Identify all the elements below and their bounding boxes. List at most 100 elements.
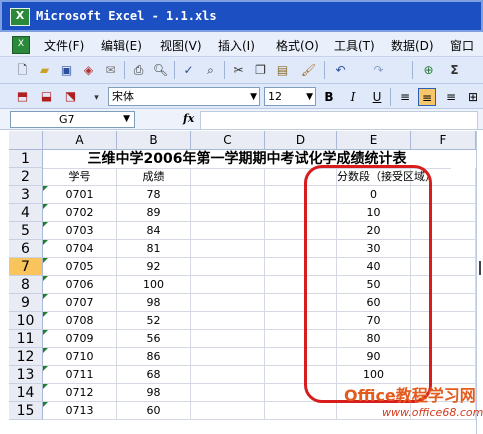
cell-c7[interactable] [191,258,265,276]
column-header-a[interactable]: A [43,131,117,150]
cell-a8[interactable]: 0706 [43,276,117,294]
row-header[interactable]: 7 [9,258,43,276]
merge-center-icon[interactable]: ⊞ [464,88,482,106]
underline-button[interactable]: U [368,88,386,106]
pdf-review-icon[interactable]: ⬔ [62,88,79,104]
cell-a4[interactable]: 0702 [43,204,117,222]
cell-b6[interactable]: 81 [117,240,191,258]
cell-a11[interactable]: 0709 [43,330,117,348]
select-all-corner[interactable] [9,131,43,150]
cell-c10[interactable] [191,312,265,330]
open-icon[interactable]: ▰ [36,62,53,78]
menu-view[interactable]: 视图(V) [160,37,202,54]
cell-b14[interactable]: 98 [117,384,191,402]
row-header[interactable]: 6 [9,240,43,258]
column-header-c[interactable]: C [191,131,265,150]
cell-b12[interactable]: 86 [117,348,191,366]
cell-c8[interactable] [191,276,265,294]
cell-b5[interactable]: 84 [117,222,191,240]
row-header[interactable]: 2 [9,168,43,186]
menu-insert[interactable]: 插入(I) [218,37,255,54]
bold-button[interactable]: B [320,88,338,106]
column-header-d[interactable]: D [265,131,337,150]
cell-a13[interactable]: 0711 [43,366,117,384]
cell-c6[interactable] [191,240,265,258]
cell-d15[interactable] [265,402,337,420]
workbook-icon[interactable]: X [12,36,30,54]
cell-b8[interactable]: 100 [117,276,191,294]
toolbar-options-icon[interactable]: ▾ [88,90,105,106]
cell-b2[interactable]: 成绩 [117,168,191,186]
chevron-down-icon[interactable]: ▼ [250,89,257,106]
row-header[interactable]: 12 [9,348,43,366]
cell-c5[interactable] [191,222,265,240]
row-header[interactable]: 5 [9,222,43,240]
row-header[interactable]: 15 [9,402,43,420]
row-header[interactable]: 14 [9,384,43,402]
cell-a15[interactable]: 0713 [43,402,117,420]
row-header[interactable]: 9 [9,294,43,312]
save-icon[interactable]: ▣ [58,62,75,78]
cell-b9[interactable]: 98 [117,294,191,312]
row-header[interactable]: 11 [9,330,43,348]
formula-input[interactable] [200,111,478,130]
column-header-f[interactable]: F [411,131,476,150]
cell-c14[interactable] [191,384,265,402]
cell-a6[interactable]: 0704 [43,240,117,258]
print-icon[interactable]: ⎙ [130,62,147,78]
cell-a10[interactable]: 0708 [43,312,117,330]
menu-edit[interactable]: 编辑(E) [101,37,142,54]
row-header[interactable]: 13 [9,366,43,384]
paste-icon[interactable]: ▤ [274,62,291,78]
align-right-icon[interactable]: ≡ [442,88,460,106]
row-header[interactable]: 1 [9,150,43,168]
cell-a7[interactable]: 0705 [43,258,117,276]
cell-c13[interactable] [191,366,265,384]
row-header[interactable]: 3 [9,186,43,204]
research-icon[interactable]: ⌕ [202,62,219,78]
email-icon[interactable]: ✉ [102,62,119,78]
cell-b10[interactable]: 52 [117,312,191,330]
cut-icon[interactable]: ✂ [230,62,247,78]
row-header[interactable]: 10 [9,312,43,330]
cell-b4[interactable]: 89 [117,204,191,222]
align-left-icon[interactable]: ≡ [396,88,414,106]
row-header[interactable]: 8 [9,276,43,294]
scrollbar-thumb[interactable] [479,261,481,275]
redo-icon[interactable]: ↷ [370,62,387,78]
copy-icon[interactable]: ❐ [252,62,269,78]
spelling-icon[interactable]: ✓ [180,62,197,78]
cell-b3[interactable]: 78 [117,186,191,204]
cell-b13[interactable]: 68 [117,366,191,384]
cell-a3[interactable]: 0701 [43,186,117,204]
column-header-e[interactable]: E [337,131,411,150]
cell-a14[interactable]: 0712 [43,384,117,402]
menu-file[interactable]: 文件(F) [44,37,84,54]
cell-c12[interactable] [191,348,265,366]
format-painter-icon[interactable]: 🖌︎ [300,62,317,78]
cell-c11[interactable] [191,330,265,348]
column-header-b[interactable]: B [117,131,191,150]
hyperlink-icon[interactable]: ⊕ [420,62,437,78]
font-name-select[interactable]: 宋体 ▼ [108,87,260,106]
pdf-email-icon[interactable]: ⬓ [38,88,55,104]
excel-app-icon[interactable]: X [10,8,30,26]
cell-b15[interactable]: 60 [117,402,191,420]
cell-a9[interactable]: 0707 [43,294,117,312]
row-header[interactable]: 4 [9,204,43,222]
chevron-down-icon[interactable]: ▼ [306,89,313,106]
italic-button[interactable]: I [344,88,362,106]
pdf-icon[interactable]: ⬒ [14,88,31,104]
fx-icon[interactable]: fx [183,112,194,125]
cell-a2[interactable]: 学号 [43,168,117,186]
cell-c15[interactable] [191,402,265,420]
name-box[interactable]: G7 ▼ [10,111,135,128]
menu-format[interactable]: 格式(O) [276,37,319,54]
new-icon[interactable]: 🗋 [14,62,31,78]
cell-c9[interactable] [191,294,265,312]
align-center-icon[interactable]: ≡ [418,88,436,106]
cell-b11[interactable]: 56 [117,330,191,348]
cell-c4[interactable] [191,204,265,222]
autosum-icon[interactable]: Σ [446,62,463,78]
cell-c3[interactable] [191,186,265,204]
